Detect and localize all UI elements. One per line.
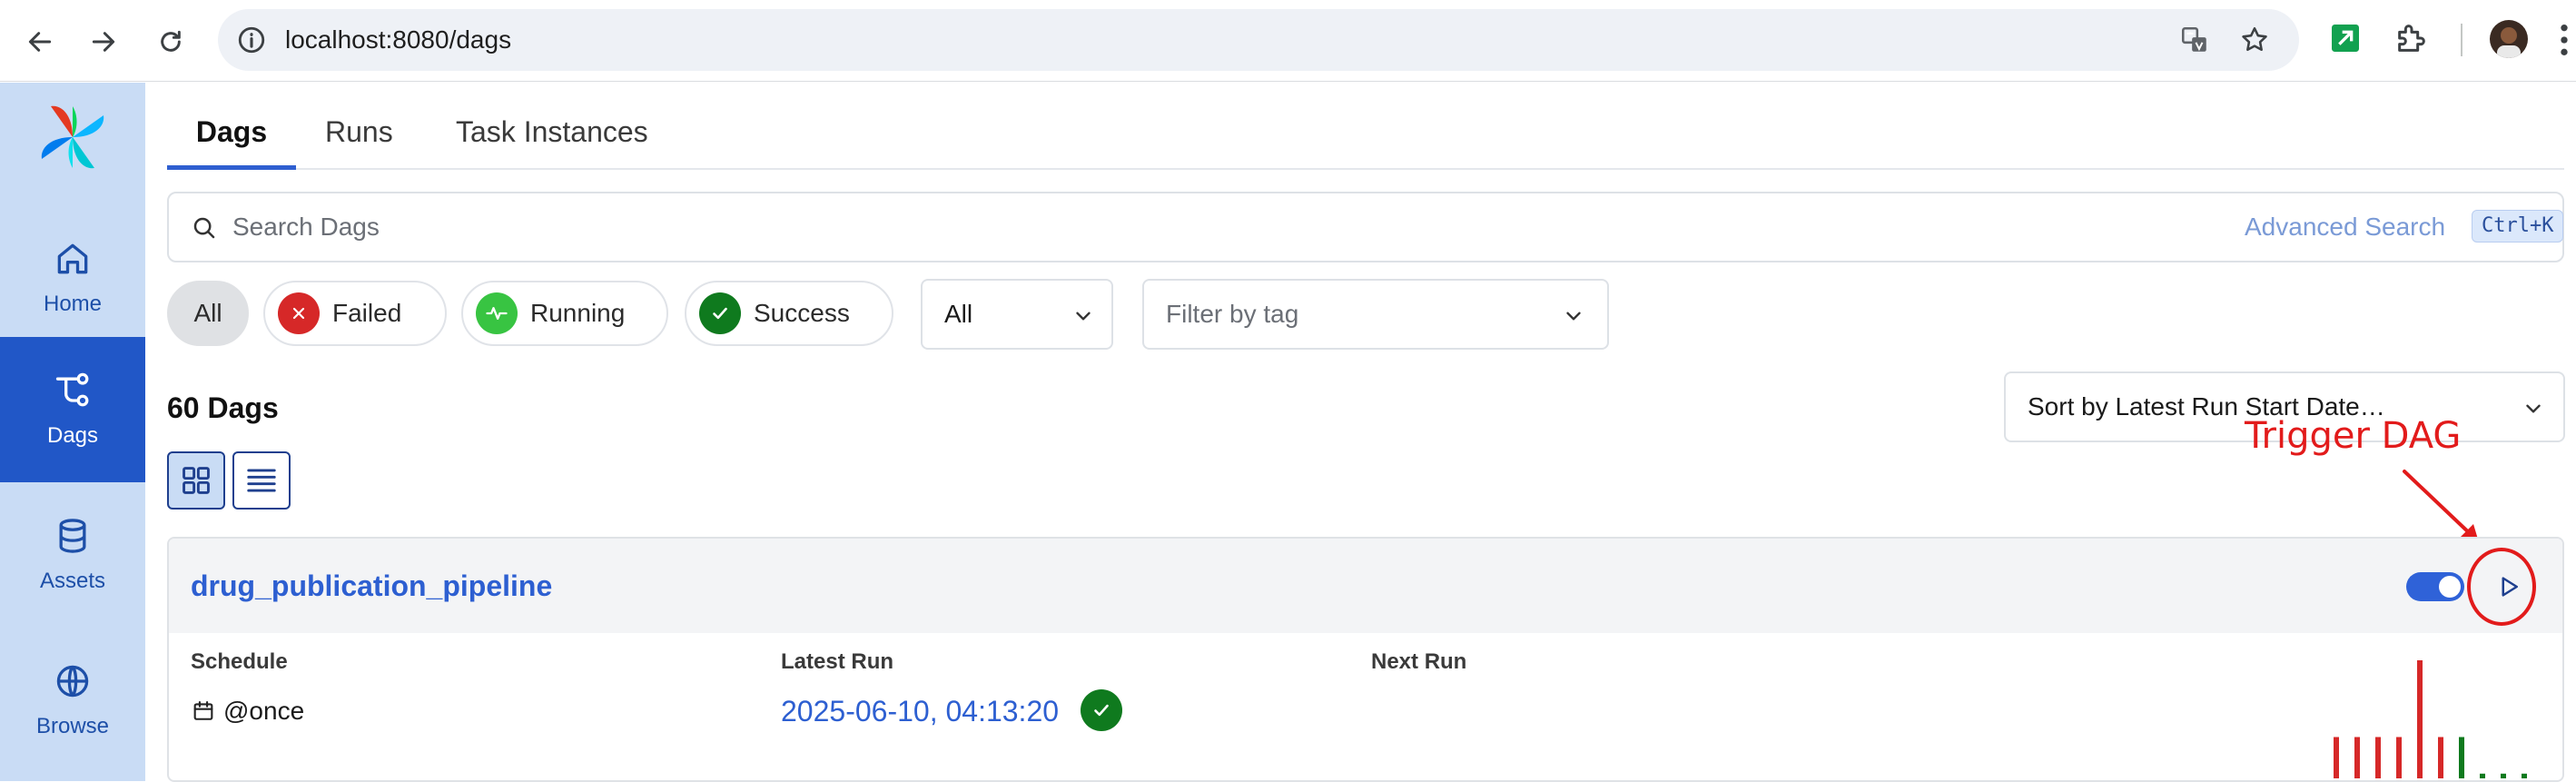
chip-label: Running	[530, 299, 626, 327]
chip-label: Success	[754, 299, 850, 327]
site-info-icon[interactable]	[236, 25, 267, 55]
sidebar-item-label: Assets	[39, 569, 106, 593]
recent-runs-bar-chart	[2334, 660, 2527, 779]
sidebar-item-label: Home	[43, 292, 103, 316]
forward-button[interactable]	[78, 16, 129, 67]
browser-toolbar: localhost:8080/dags	[0, 0, 2576, 82]
run-bar-failed[interactable]	[2417, 660, 2423, 778]
filter-chip-all[interactable]: All	[167, 281, 249, 346]
back-button[interactable]	[15, 16, 65, 67]
dag-card: drug_publication_pipeline Schedule Lates…	[167, 537, 2564, 782]
run-bar-failed[interactable]	[2354, 737, 2360, 779]
translate-icon[interactable]	[2179, 25, 2210, 55]
latest-run-label: Latest Run	[781, 649, 894, 674]
annotation-arrow-icon	[2403, 470, 2479, 542]
filter-chip-success[interactable]: Success	[685, 281, 893, 346]
extension-green-icon[interactable]	[2327, 20, 2364, 56]
run-bar-failed[interactable]	[2334, 737, 2339, 779]
database-icon	[59, 519, 86, 553]
bookmark-star-icon[interactable]	[2239, 25, 2270, 55]
filter-chip-running[interactable]: Running	[461, 281, 668, 346]
run-bar-queued[interactable]	[2480, 773, 2485, 778]
select-value: All	[944, 300, 973, 328]
schedule-label: Schedule	[191, 649, 288, 674]
tag-filter-select[interactable]: Filter by tag	[1142, 279, 1609, 350]
paused-filter-select[interactable]: All	[921, 279, 1113, 350]
search-input[interactable]: Search Dags Advanced Search Ctrl+K	[167, 192, 2564, 262]
dag-active-toggle[interactable]	[2406, 572, 2464, 601]
extensions-puzzle-icon[interactable]	[2393, 20, 2430, 56]
run-bar-queued[interactable]	[2522, 773, 2527, 778]
table-view-button[interactable]	[232, 451, 291, 510]
tab-task-instances[interactable]: Task Instances	[456, 103, 648, 170]
profile-avatar[interactable]	[2490, 20, 2528, 58]
reload-icon	[161, 30, 181, 52]
run-bar-failed[interactable]	[2375, 737, 2381, 779]
globe-icon	[56, 665, 89, 698]
schedule-text: @once	[223, 697, 305, 725]
sidebar-item-home[interactable]: Home	[0, 205, 145, 351]
card-view-button[interactable]	[167, 451, 225, 510]
run-bar-failed[interactable]	[2396, 737, 2402, 779]
dags-icon	[55, 372, 89, 407]
sidebar-item-assets[interactable]: Assets	[0, 482, 145, 628]
latest-run-link[interactable]: 2025-06-10, 04:13:20	[781, 695, 1059, 728]
list-icon	[247, 469, 276, 492]
main-content: Dags Runs Task Instances Search Dags Adv…	[145, 83, 2576, 782]
dag-card-header: drug_publication_pipeline	[169, 539, 2562, 633]
kebab-menu-icon[interactable]	[2555, 22, 2573, 58]
chip-label: Failed	[332, 299, 402, 327]
sidebar-item-label: Dags	[46, 423, 99, 448]
trigger-dag-button[interactable]	[2488, 566, 2530, 608]
sidebar-item-browse[interactable]: Browse	[0, 628, 145, 773]
sidebar-item-dags[interactable]: Dags	[0, 337, 145, 482]
chevron-down-icon	[1076, 312, 1091, 321]
arrow-right-icon	[92, 32, 115, 52]
reload-button[interactable]	[145, 16, 196, 67]
airflow-logo-icon[interactable]	[36, 101, 109, 173]
failed-icon	[278, 292, 320, 334]
chevron-down-icon	[2526, 404, 2541, 413]
search-icon	[193, 217, 215, 239]
success-check-icon	[699, 292, 741, 334]
shortcut-badge: Ctrl+K	[2472, 210, 2564, 243]
sidebar: Home Dags Assets Browse	[0, 83, 145, 781]
tab-bar: Dags Runs Task Instances	[167, 103, 2564, 170]
chevron-down-icon	[1566, 312, 1581, 321]
calendar-icon	[193, 701, 213, 720]
run-bar-success[interactable]	[2459, 737, 2464, 779]
avatar-icon	[2497, 27, 2521, 58]
run-bar-queued[interactable]	[2501, 773, 2506, 778]
advanced-search-link[interactable]: Advanced Search	[2245, 193, 2445, 261]
dag-count: 60 Dags	[167, 391, 279, 424]
latest-run-success-icon	[1081, 689, 1122, 731]
chip-label: All	[193, 299, 222, 327]
filter-chip-failed[interactable]: Failed	[263, 281, 447, 346]
tab-dags[interactable]: Dags	[167, 103, 296, 170]
tag-filter-placeholder: Filter by tag	[1166, 300, 1299, 328]
run-bar-failed[interactable]	[2438, 737, 2443, 779]
url-text[interactable]: localhost:8080/dags	[285, 9, 511, 71]
toolbar-divider	[2461, 24, 2462, 56]
play-icon	[2502, 577, 2518, 597]
trigger-annotation-label: Trigger DAG	[2245, 415, 2462, 457]
arrow-left-icon	[28, 32, 52, 52]
home-icon	[57, 243, 88, 274]
address-bar[interactable]: localhost:8080/dags	[218, 9, 2299, 71]
next-run-label: Next Run	[1371, 649, 1467, 674]
schedule-value: @once	[191, 697, 304, 726]
dag-name-link[interactable]: drug_publication_pipeline	[191, 539, 552, 633]
search-placeholder: Search Dags	[232, 213, 380, 241]
running-activity-icon	[476, 292, 518, 334]
sidebar-item-label: Browse	[35, 714, 110, 738]
grid-icon	[183, 467, 210, 494]
tab-runs[interactable]: Runs	[325, 103, 393, 170]
